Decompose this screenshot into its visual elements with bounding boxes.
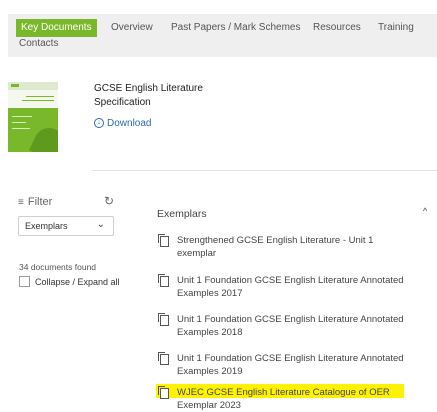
refresh-icon[interactable]: ↻	[104, 194, 114, 208]
document-icon	[158, 352, 169, 365]
download-link[interactable]: ↓ Download	[94, 118, 151, 129]
leaf-graphic	[29, 123, 58, 152]
chevron-up-icon[interactable]: ^	[423, 206, 427, 216]
tab-key-documents[interactable]: Key Documents	[16, 19, 97, 37]
thumbnail-paper-area	[8, 90, 58, 108]
tab-bar: Key Documents Overview Past Papers / Mar…	[8, 14, 437, 57]
thumbnail-line	[12, 116, 32, 117]
thumbnail-line	[12, 128, 30, 129]
document-icon	[158, 234, 169, 247]
tab-resources[interactable]: Resources	[313, 21, 361, 35]
list-item-label[interactable]: Unit 1 Foundation GCSE English Literatur…	[177, 274, 407, 300]
download-label: Download	[107, 118, 152, 129]
document-icon	[158, 313, 169, 326]
checkbox[interactable]	[19, 276, 30, 287]
divider	[92, 170, 437, 171]
tab-overview[interactable]: Overview	[111, 21, 153, 35]
tab-past-papers[interactable]: Past Papers / Mark Schemes	[171, 21, 301, 35]
thumbnail-header	[8, 82, 58, 90]
filter-heading: ≡ Filter	[18, 196, 52, 208]
download-icon: ↓	[94, 118, 104, 129]
list-item-label[interactable]: Unit 1 Foundation GCSE English Literatur…	[177, 352, 407, 378]
category-select[interactable]: Exemplars ⌄	[18, 216, 114, 236]
filter-icon: ≡	[18, 197, 24, 208]
documents-count: 34 documents found	[19, 262, 97, 272]
document-icon	[158, 386, 169, 399]
group-title: Exemplars	[157, 208, 207, 220]
list-item-label[interactable]: Unit 1 Foundation GCSE English Literatur…	[177, 313, 407, 339]
list-item-label[interactable]: Strengthened GCSE English Literature - U…	[177, 234, 407, 260]
collapse-label: Collapse / Expand all	[35, 277, 120, 287]
tab-contacts[interactable]: Contacts	[19, 37, 58, 51]
specification-thumbnail[interactable]	[8, 82, 58, 152]
document-title: GCSE English Literature Specification	[94, 83, 203, 108]
select-value: Exemplars	[25, 221, 68, 231]
document-icon	[158, 274, 169, 287]
thumbnail-line	[12, 122, 26, 123]
tab-training[interactable]: Training	[378, 21, 414, 35]
filter-label: Filter	[27, 196, 53, 208]
collapse-expand-toggle[interactable]: Collapse / Expand all	[19, 276, 120, 287]
chevron-down-icon: ⌄	[96, 219, 105, 230]
list-item-label[interactable]: WJEC GCSE English Literature Catalogue o…	[177, 386, 407, 412]
